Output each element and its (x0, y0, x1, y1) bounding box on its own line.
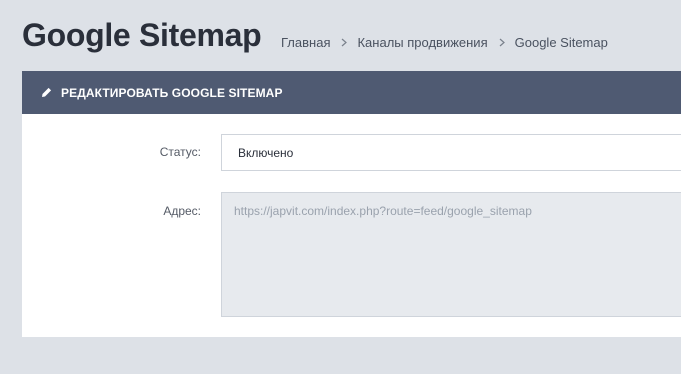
address-label: Адрес: (163, 204, 201, 218)
breadcrumb-item-home[interactable]: Главная (281, 35, 330, 50)
chevron-right-icon (339, 38, 349, 47)
chevron-right-icon (497, 38, 507, 47)
page-title: Google Sitemap (22, 17, 262, 53)
edit-panel: РЕДАКТИРОВАТЬ GOOGLE SITEMAP Статус: Вкл… (22, 71, 681, 337)
panel-heading-title: РЕДАКТИРОВАТЬ GOOGLE SITEMAP (61, 85, 283, 100)
status-select-value: Включено (238, 145, 294, 160)
status-label: Статус: (159, 145, 201, 159)
status-row: Статус: Включено (22, 134, 681, 171)
breadcrumb: Главная Каналы продвижения Google Sitema… (281, 33, 608, 51)
address-field[interactable]: https://japvit.com/index.php?route=feed/… (221, 192, 681, 317)
breadcrumb-item-google-sitemap[interactable]: Google Sitemap (515, 35, 608, 50)
status-select[interactable]: Включено (221, 134, 681, 171)
pencil-icon (41, 87, 52, 98)
address-row: Адрес: https://japvit.com/index.php?rout… (22, 192, 681, 317)
breadcrumb-item-channels[interactable]: Каналы продвижения (357, 35, 487, 50)
address-field-value: https://japvit.com/index.php?route=feed/… (234, 204, 532, 218)
panel-heading: РЕДАКТИРОВАТЬ GOOGLE SITEMAP (22, 71, 681, 114)
